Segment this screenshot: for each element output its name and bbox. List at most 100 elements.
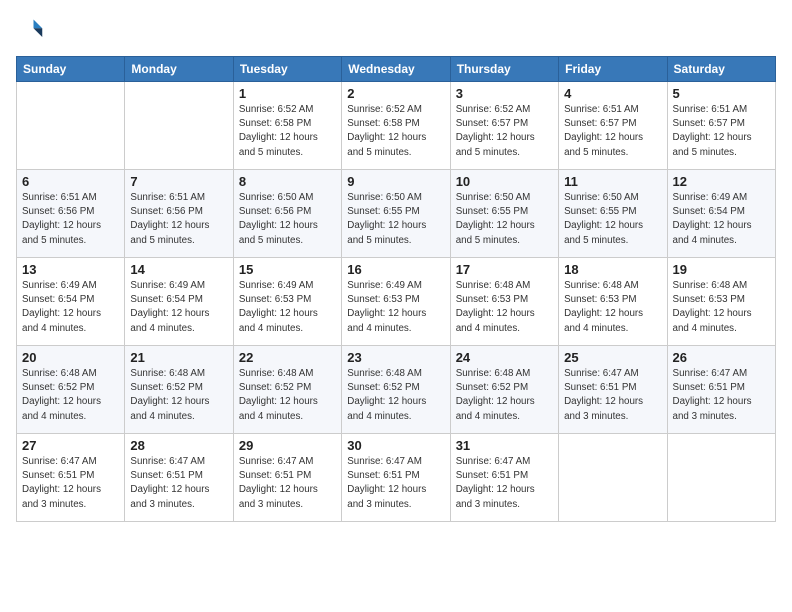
week-row-4: 20 Sunrise: 6:48 AM Sunset: 6:52 PM Dayli… bbox=[17, 346, 776, 434]
day-info: Sunrise: 6:48 AM Sunset: 6:53 PM Dayligh… bbox=[564, 279, 661, 336]
day-number: 27 bbox=[22, 438, 119, 453]
day-info: Sunrise: 6:51 AM Sunset: 6:57 PM Dayligh… bbox=[673, 103, 770, 160]
header-thursday: Thursday bbox=[450, 57, 558, 82]
day-info: Sunrise: 6:51 AM Sunset: 6:57 PM Dayligh… bbox=[564, 103, 661, 160]
day-info: Sunrise: 6:50 AM Sunset: 6:55 PM Dayligh… bbox=[456, 191, 553, 248]
day-number: 21 bbox=[130, 350, 227, 365]
day-info: Sunrise: 6:50 AM Sunset: 6:55 PM Dayligh… bbox=[347, 191, 444, 248]
day-number: 25 bbox=[564, 350, 661, 365]
day-info: Sunrise: 6:49 AM Sunset: 6:54 PM Dayligh… bbox=[673, 191, 770, 248]
day-number: 1 bbox=[239, 86, 336, 101]
day-number: 26 bbox=[673, 350, 770, 365]
day-cell bbox=[17, 82, 125, 170]
day-cell bbox=[667, 434, 775, 522]
day-info: Sunrise: 6:50 AM Sunset: 6:55 PM Dayligh… bbox=[564, 191, 661, 248]
day-info: Sunrise: 6:48 AM Sunset: 6:53 PM Dayligh… bbox=[673, 279, 770, 336]
day-cell: 10 Sunrise: 6:50 AM Sunset: 6:55 PM Dayli… bbox=[450, 170, 558, 258]
logo-icon bbox=[16, 16, 44, 44]
week-row-3: 13 Sunrise: 6:49 AM Sunset: 6:54 PM Dayli… bbox=[17, 258, 776, 346]
day-info: Sunrise: 6:47 AM Sunset: 6:51 PM Dayligh… bbox=[347, 455, 444, 512]
day-cell: 14Sunrise: 6:49 AM Sunset: 6:54 PM Dayli… bbox=[125, 258, 233, 346]
calendar-body: 1 Sunrise: 6:52 AM Sunset: 6:58 PM Daylig… bbox=[17, 82, 776, 522]
page-header bbox=[16, 16, 776, 44]
day-cell: 15Sunrise: 6:49 AM Sunset: 6:53 PM Dayli… bbox=[233, 258, 341, 346]
day-number: 28 bbox=[130, 438, 227, 453]
header-tuesday: Tuesday bbox=[233, 57, 341, 82]
header-sunday: Sunday bbox=[17, 57, 125, 82]
day-cell: 12 Sunrise: 6:49 AM Sunset: 6:54 PM Dayli… bbox=[667, 170, 775, 258]
day-number: 14 bbox=[130, 262, 227, 277]
calendar-table: SundayMondayTuesdayWednesdayThursdayFrid… bbox=[16, 56, 776, 522]
day-number: 19 bbox=[673, 262, 770, 277]
day-cell: 13 Sunrise: 6:49 AM Sunset: 6:54 PM Dayli… bbox=[17, 258, 125, 346]
day-number: 17 bbox=[456, 262, 553, 277]
day-cell: 18 Sunrise: 6:48 AM Sunset: 6:53 PM Dayli… bbox=[559, 258, 667, 346]
day-number: 12 bbox=[673, 174, 770, 189]
day-cell: 8 Sunrise: 6:50 AM Sunset: 6:56 PM Daylig… bbox=[233, 170, 341, 258]
day-info: Sunrise: 6:48 AM Sunset: 6:52 PM Dayligh… bbox=[239, 367, 336, 424]
day-info: Sunrise: 6:47 AM Sunset: 6:51 PM Dayligh… bbox=[22, 455, 119, 512]
day-info: Sunrise: 6:49 AM Sunset: 6:53 PM Dayligh… bbox=[239, 279, 336, 336]
day-cell: 9 Sunrise: 6:50 AM Sunset: 6:55 PM Daylig… bbox=[342, 170, 450, 258]
day-cell: 30Sunrise: 6:47 AM Sunset: 6:51 PM Dayli… bbox=[342, 434, 450, 522]
day-info: Sunrise: 6:50 AM Sunset: 6:56 PM Dayligh… bbox=[239, 191, 336, 248]
day-cell: 28 Sunrise: 6:47 AM Sunset: 6:51 PM Dayli… bbox=[125, 434, 233, 522]
day-number: 11 bbox=[564, 174, 661, 189]
day-cell: 4 Sunrise: 6:51 AM Sunset: 6:57 PM Daylig… bbox=[559, 82, 667, 170]
day-number: 24 bbox=[456, 350, 553, 365]
day-number: 16 bbox=[347, 262, 444, 277]
day-cell: 27 Sunrise: 6:47 AM Sunset: 6:51 PM Dayli… bbox=[17, 434, 125, 522]
day-number: 22 bbox=[239, 350, 336, 365]
day-cell: 22 Sunrise: 6:48 AM Sunset: 6:52 PM Dayli… bbox=[233, 346, 341, 434]
day-number: 23 bbox=[347, 350, 444, 365]
week-row-5: 27 Sunrise: 6:47 AM Sunset: 6:51 PM Dayli… bbox=[17, 434, 776, 522]
header-saturday: Saturday bbox=[667, 57, 775, 82]
day-cell: 2 Sunrise: 6:52 AM Sunset: 6:58 PM Daylig… bbox=[342, 82, 450, 170]
day-number: 9 bbox=[347, 174, 444, 189]
day-number: 20 bbox=[22, 350, 119, 365]
day-cell bbox=[559, 434, 667, 522]
header-friday: Friday bbox=[559, 57, 667, 82]
day-cell bbox=[125, 82, 233, 170]
day-info: Sunrise: 6:48 AM Sunset: 6:53 PM Dayligh… bbox=[456, 279, 553, 336]
day-cell: 31 Sunrise: 6:47 AM Sunset: 6:51 PM Dayli… bbox=[450, 434, 558, 522]
day-cell: 6Sunrise: 6:51 AM Sunset: 6:56 PM Daylig… bbox=[17, 170, 125, 258]
day-cell: 17 Sunrise: 6:48 AM Sunset: 6:53 PM Dayli… bbox=[450, 258, 558, 346]
day-cell: 20 Sunrise: 6:48 AM Sunset: 6:52 PM Dayli… bbox=[17, 346, 125, 434]
day-number: 4 bbox=[564, 86, 661, 101]
day-number: 13 bbox=[22, 262, 119, 277]
day-cell: 5Sunrise: 6:51 AM Sunset: 6:57 PM Daylig… bbox=[667, 82, 775, 170]
day-info: Sunrise: 6:47 AM Sunset: 6:51 PM Dayligh… bbox=[456, 455, 553, 512]
calendar-header-row: SundayMondayTuesdayWednesdayThursdayFrid… bbox=[17, 57, 776, 82]
day-info: Sunrise: 6:51 AM Sunset: 6:56 PM Dayligh… bbox=[130, 191, 227, 248]
day-number: 31 bbox=[456, 438, 553, 453]
day-cell: 29 Sunrise: 6:47 AM Sunset: 6:51 PM Dayli… bbox=[233, 434, 341, 522]
day-info: Sunrise: 6:48 AM Sunset: 6:52 PM Dayligh… bbox=[130, 367, 227, 424]
week-row-1: 1 Sunrise: 6:52 AM Sunset: 6:58 PM Daylig… bbox=[17, 82, 776, 170]
header-monday: Monday bbox=[125, 57, 233, 82]
day-number: 10 bbox=[456, 174, 553, 189]
day-cell: 11 Sunrise: 6:50 AM Sunset: 6:55 PM Dayli… bbox=[559, 170, 667, 258]
day-number: 6 bbox=[22, 174, 119, 189]
day-info: Sunrise: 6:47 AM Sunset: 6:51 PM Dayligh… bbox=[130, 455, 227, 512]
day-info: Sunrise: 6:52 AM Sunset: 6:58 PM Dayligh… bbox=[239, 103, 336, 160]
day-info: Sunrise: 6:49 AM Sunset: 6:54 PM Dayligh… bbox=[22, 279, 119, 336]
day-info: Sunrise: 6:52 AM Sunset: 6:58 PM Dayligh… bbox=[347, 103, 444, 160]
day-info: Sunrise: 6:47 AM Sunset: 6:51 PM Dayligh… bbox=[673, 367, 770, 424]
day-cell: 3 Sunrise: 6:52 AM Sunset: 6:57 PM Daylig… bbox=[450, 82, 558, 170]
day-info: Sunrise: 6:48 AM Sunset: 6:52 PM Dayligh… bbox=[22, 367, 119, 424]
day-cell: 7 Sunrise: 6:51 AM Sunset: 6:56 PM Daylig… bbox=[125, 170, 233, 258]
day-number: 2 bbox=[347, 86, 444, 101]
day-info: Sunrise: 6:52 AM Sunset: 6:57 PM Dayligh… bbox=[456, 103, 553, 160]
day-number: 7 bbox=[130, 174, 227, 189]
day-number: 29 bbox=[239, 438, 336, 453]
day-info: Sunrise: 6:48 AM Sunset: 6:52 PM Dayligh… bbox=[456, 367, 553, 424]
day-info: Sunrise: 6:47 AM Sunset: 6:51 PM Dayligh… bbox=[564, 367, 661, 424]
day-number: 8 bbox=[239, 174, 336, 189]
day-number: 3 bbox=[456, 86, 553, 101]
day-cell: 1 Sunrise: 6:52 AM Sunset: 6:58 PM Daylig… bbox=[233, 82, 341, 170]
day-number: 18 bbox=[564, 262, 661, 277]
logo bbox=[16, 16, 48, 44]
day-info: Sunrise: 6:47 AM Sunset: 6:51 PM Dayligh… bbox=[239, 455, 336, 512]
day-info: Sunrise: 6:48 AM Sunset: 6:52 PM Dayligh… bbox=[347, 367, 444, 424]
